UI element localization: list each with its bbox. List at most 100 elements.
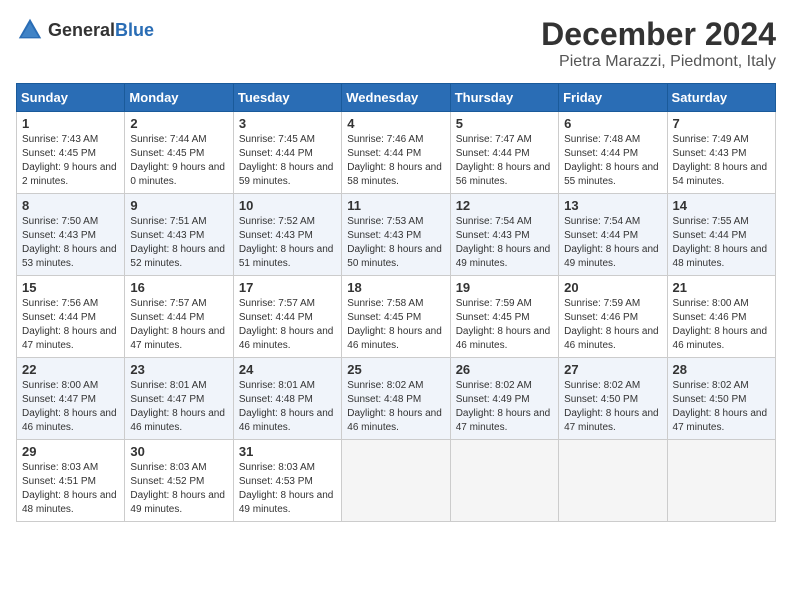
week-row-4: 22 Sunrise: 8:00 AM Sunset: 4:47 PM Dayl… [17, 358, 776, 440]
day-cell-17: 17 Sunrise: 7:57 AM Sunset: 4:44 PM Dayl… [233, 276, 341, 358]
day-info: Sunrise: 7:53 AM Sunset: 4:43 PM Dayligh… [347, 215, 444, 271]
day-number: 29 [22, 444, 119, 459]
header-tuesday: Tuesday [233, 84, 341, 112]
month-title: December 2024 [541, 16, 776, 53]
day-number: 26 [456, 362, 553, 377]
page-header: GeneralBlue December 2024 Pietra Marazzi… [16, 16, 776, 71]
day-info: Sunrise: 7:48 AM Sunset: 4:44 PM Dayligh… [564, 133, 661, 189]
day-cell-28: 28 Sunrise: 8:02 AM Sunset: 4:50 PM Dayl… [667, 358, 775, 440]
week-row-2: 8 Sunrise: 7:50 AM Sunset: 4:43 PM Dayli… [17, 194, 776, 276]
day-info: Sunrise: 8:02 AM Sunset: 4:48 PM Dayligh… [347, 379, 444, 435]
day-number: 24 [239, 362, 336, 377]
day-number: 13 [564, 198, 661, 213]
day-info: Sunrise: 7:44 AM Sunset: 4:45 PM Dayligh… [130, 133, 227, 189]
day-cell-9: 9 Sunrise: 7:51 AM Sunset: 4:43 PM Dayli… [125, 194, 233, 276]
day-number: 17 [239, 280, 336, 295]
day-number: 5 [456, 116, 553, 131]
day-info: Sunrise: 7:55 AM Sunset: 4:44 PM Dayligh… [673, 215, 770, 271]
title-block: December 2024 Pietra Marazzi, Piedmont, … [541, 16, 776, 71]
day-info: Sunrise: 7:58 AM Sunset: 4:45 PM Dayligh… [347, 297, 444, 353]
day-cell-7: 7 Sunrise: 7:49 AM Sunset: 4:43 PM Dayli… [667, 112, 775, 194]
day-cell-6: 6 Sunrise: 7:48 AM Sunset: 4:44 PM Dayli… [559, 112, 667, 194]
day-cell-23: 23 Sunrise: 8:01 AM Sunset: 4:47 PM Dayl… [125, 358, 233, 440]
logo: GeneralBlue [16, 16, 154, 44]
day-info: Sunrise: 7:45 AM Sunset: 4:44 PM Dayligh… [239, 133, 336, 189]
day-info: Sunrise: 8:01 AM Sunset: 4:48 PM Dayligh… [239, 379, 336, 435]
day-number: 28 [673, 362, 770, 377]
day-cell-21: 21 Sunrise: 8:00 AM Sunset: 4:46 PM Dayl… [667, 276, 775, 358]
day-info: Sunrise: 7:51 AM Sunset: 4:43 PM Dayligh… [130, 215, 227, 271]
header-sunday: Sunday [17, 84, 125, 112]
day-info: Sunrise: 8:01 AM Sunset: 4:47 PM Dayligh… [130, 379, 227, 435]
day-number: 7 [673, 116, 770, 131]
day-info: Sunrise: 7:46 AM Sunset: 4:44 PM Dayligh… [347, 133, 444, 189]
header-thursday: Thursday [450, 84, 558, 112]
day-info: Sunrise: 7:57 AM Sunset: 4:44 PM Dayligh… [239, 297, 336, 353]
day-cell-13: 13 Sunrise: 7:54 AM Sunset: 4:44 PM Dayl… [559, 194, 667, 276]
day-cell-27: 27 Sunrise: 8:02 AM Sunset: 4:50 PM Dayl… [559, 358, 667, 440]
day-number: 27 [564, 362, 661, 377]
day-info: Sunrise: 7:59 AM Sunset: 4:46 PM Dayligh… [564, 297, 661, 353]
location-title: Pietra Marazzi, Piedmont, Italy [541, 53, 776, 71]
day-cell-18: 18 Sunrise: 7:58 AM Sunset: 4:45 PM Dayl… [342, 276, 450, 358]
day-info: Sunrise: 8:03 AM Sunset: 4:51 PM Dayligh… [22, 461, 119, 517]
day-number: 14 [673, 198, 770, 213]
day-cell-14: 14 Sunrise: 7:55 AM Sunset: 4:44 PM Dayl… [667, 194, 775, 276]
day-info: Sunrise: 8:02 AM Sunset: 4:50 PM Dayligh… [673, 379, 770, 435]
day-info: Sunrise: 7:56 AM Sunset: 4:44 PM Dayligh… [22, 297, 119, 353]
day-cell-19: 19 Sunrise: 7:59 AM Sunset: 4:45 PM Dayl… [450, 276, 558, 358]
day-number: 12 [456, 198, 553, 213]
day-number: 31 [239, 444, 336, 459]
header-saturday: Saturday [667, 84, 775, 112]
day-info: Sunrise: 7:50 AM Sunset: 4:43 PM Dayligh… [22, 215, 119, 271]
day-number: 2 [130, 116, 227, 131]
logo-icon [16, 16, 44, 44]
day-info: Sunrise: 8:02 AM Sunset: 4:50 PM Dayligh… [564, 379, 661, 435]
logo-text-general: General [48, 20, 115, 40]
day-cell-16: 16 Sunrise: 7:57 AM Sunset: 4:44 PM Dayl… [125, 276, 233, 358]
day-info: Sunrise: 7:43 AM Sunset: 4:45 PM Dayligh… [22, 133, 119, 189]
day-number: 22 [22, 362, 119, 377]
day-cell-2: 2 Sunrise: 7:44 AM Sunset: 4:45 PM Dayli… [125, 112, 233, 194]
day-number: 20 [564, 280, 661, 295]
header-monday: Monday [125, 84, 233, 112]
day-number: 8 [22, 198, 119, 213]
header-wednesday: Wednesday [342, 84, 450, 112]
day-info: Sunrise: 8:00 AM Sunset: 4:47 PM Dayligh… [22, 379, 119, 435]
day-cell-10: 10 Sunrise: 7:52 AM Sunset: 4:43 PM Dayl… [233, 194, 341, 276]
day-info: Sunrise: 7:47 AM Sunset: 4:44 PM Dayligh… [456, 133, 553, 189]
day-info: Sunrise: 7:59 AM Sunset: 4:45 PM Dayligh… [456, 297, 553, 353]
logo-text-blue: Blue [115, 20, 154, 40]
day-number: 4 [347, 116, 444, 131]
header-friday: Friday [559, 84, 667, 112]
day-cell-empty [667, 440, 775, 522]
day-number: 10 [239, 198, 336, 213]
day-info: Sunrise: 8:02 AM Sunset: 4:49 PM Dayligh… [456, 379, 553, 435]
weekday-header-row: Sunday Monday Tuesday Wednesday Thursday… [17, 84, 776, 112]
day-info: Sunrise: 7:57 AM Sunset: 4:44 PM Dayligh… [130, 297, 227, 353]
day-info: Sunrise: 7:52 AM Sunset: 4:43 PM Dayligh… [239, 215, 336, 271]
day-cell-31: 31 Sunrise: 8:03 AM Sunset: 4:53 PM Dayl… [233, 440, 341, 522]
day-info: Sunrise: 7:49 AM Sunset: 4:43 PM Dayligh… [673, 133, 770, 189]
day-number: 3 [239, 116, 336, 131]
day-cell-4: 4 Sunrise: 7:46 AM Sunset: 4:44 PM Dayli… [342, 112, 450, 194]
day-number: 11 [347, 198, 444, 213]
day-cell-11: 11 Sunrise: 7:53 AM Sunset: 4:43 PM Dayl… [342, 194, 450, 276]
day-cell-15: 15 Sunrise: 7:56 AM Sunset: 4:44 PM Dayl… [17, 276, 125, 358]
day-info: Sunrise: 7:54 AM Sunset: 4:43 PM Dayligh… [456, 215, 553, 271]
day-number: 15 [22, 280, 119, 295]
day-number: 23 [130, 362, 227, 377]
day-info: Sunrise: 8:03 AM Sunset: 4:53 PM Dayligh… [239, 461, 336, 517]
day-info: Sunrise: 8:00 AM Sunset: 4:46 PM Dayligh… [673, 297, 770, 353]
day-cell-30: 30 Sunrise: 8:03 AM Sunset: 4:52 PM Dayl… [125, 440, 233, 522]
day-number: 6 [564, 116, 661, 131]
day-number: 25 [347, 362, 444, 377]
day-cell-empty [559, 440, 667, 522]
day-cell-empty [342, 440, 450, 522]
day-cell-12: 12 Sunrise: 7:54 AM Sunset: 4:43 PM Dayl… [450, 194, 558, 276]
day-cell-22: 22 Sunrise: 8:00 AM Sunset: 4:47 PM Dayl… [17, 358, 125, 440]
day-cell-26: 26 Sunrise: 8:02 AM Sunset: 4:49 PM Dayl… [450, 358, 558, 440]
day-number: 18 [347, 280, 444, 295]
day-cell-25: 25 Sunrise: 8:02 AM Sunset: 4:48 PM Dayl… [342, 358, 450, 440]
week-row-5: 29 Sunrise: 8:03 AM Sunset: 4:51 PM Dayl… [17, 440, 776, 522]
